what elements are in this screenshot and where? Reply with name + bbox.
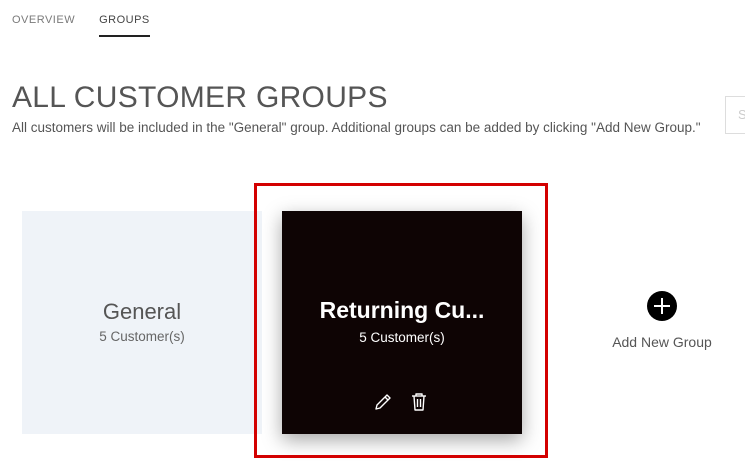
group-card-actions (372, 391, 430, 413)
group-card-returning[interactable]: Returning Cu... 5 Customer(s) (282, 211, 522, 434)
tab-overview[interactable]: OVERVIEW (12, 14, 75, 37)
plus-circle-icon[interactable] (647, 291, 677, 321)
trash-icon[interactable] (408, 391, 430, 413)
page-title: ALL CUSTOMER GROUPS (12, 81, 388, 114)
add-new-group-button[interactable]: Add New Group (600, 291, 724, 350)
group-customer-count: 5 Customer(s) (99, 329, 185, 344)
add-new-group-label: Add New Group (612, 334, 712, 350)
group-card-general[interactable]: General 5 Customer(s) (22, 211, 262, 434)
group-name: Returning Cu... (319, 297, 485, 323)
page-description: All customers will be included in the "G… (12, 120, 701, 135)
search-placeholder: S (738, 107, 745, 122)
group-customer-count: 5 Customer(s) (359, 330, 445, 345)
search-input[interactable]: S (725, 96, 745, 134)
group-name: General (102, 299, 182, 324)
tab-groups[interactable]: GROUPS (99, 14, 150, 37)
tab-bar: OVERVIEW GROUPS (12, 14, 150, 37)
pencil-icon[interactable] (372, 391, 394, 413)
